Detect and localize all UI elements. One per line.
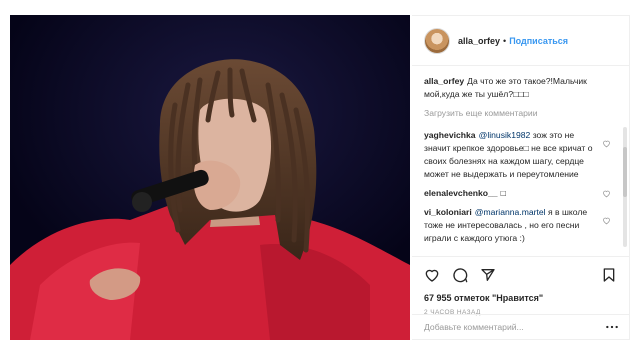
caption: alla_orfey Да что же это такое?!Мальчик м… xyxy=(424,75,615,101)
comment-heart-icon[interactable] xyxy=(602,139,611,148)
comment-mention[interactable]: @linusik1982 xyxy=(479,130,531,140)
add-comment-bar xyxy=(412,314,629,339)
likes-count[interactable]: 67 955 отметок "Нравится" xyxy=(424,293,617,303)
comment-mention[interactable]: @marianna.martel xyxy=(475,207,546,217)
bookmark-icon[interactable] xyxy=(601,267,617,283)
post-media[interactable] xyxy=(10,15,410,340)
comment-bubble-icon[interactable] xyxy=(452,267,468,283)
author-avatar[interactable] xyxy=(424,27,450,54)
heart-icon[interactable] xyxy=(424,267,440,283)
comment-text: □ xyxy=(500,188,506,198)
share-icon[interactable] xyxy=(480,267,496,283)
performer-video-frame xyxy=(10,15,410,340)
load-more-comments-button[interactable]: Загрузить еще комментарии xyxy=(424,107,615,120)
comment-heart-icon[interactable] xyxy=(602,216,611,225)
scrollbar-thumb[interactable] xyxy=(623,147,627,197)
list-item: vi_koloniari @marianna.martel я в школе т… xyxy=(424,206,615,245)
comment-heart-icon[interactable] xyxy=(602,189,611,198)
comments-list: alla_orfey Да что же это такое?!Мальчик м… xyxy=(412,67,629,255)
comment-username[interactable]: yaghevichka xyxy=(424,130,476,140)
post-details-panel: alla_orfey • Подписаться alla_orfey Да чт… xyxy=(412,15,630,340)
follow-button[interactable]: Подписаться xyxy=(509,36,568,46)
list-item: elenalevchenko__ □ xyxy=(424,187,615,200)
add-comment-input[interactable] xyxy=(424,322,605,332)
comment-username[interactable]: vi_koloniari xyxy=(424,207,472,217)
author-username[interactable]: alla_orfey xyxy=(458,36,500,46)
post-header: alla_orfey • Подписаться xyxy=(412,16,629,66)
header-separator: • xyxy=(503,35,507,46)
more-options-icon[interactable] xyxy=(605,324,619,330)
action-icons-row xyxy=(424,265,617,285)
comment-username[interactable]: elenalevchenko__ xyxy=(424,188,498,198)
comments-scrollbar[interactable] xyxy=(623,127,627,247)
caption-username[interactable]: alla_orfey xyxy=(424,76,464,86)
list-item: yaghevichka @linusik1982 зож это не значи… xyxy=(424,129,615,181)
